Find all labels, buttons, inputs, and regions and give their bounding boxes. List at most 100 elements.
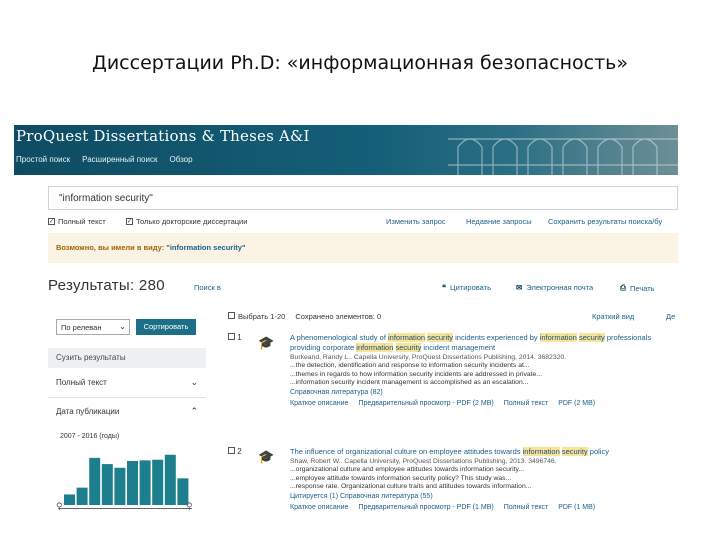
histogram-bar[interactable] [164, 454, 176, 505]
highlighted-term: information [539, 333, 577, 342]
printer-icon: ⎙ [620, 283, 626, 292]
full-text-option[interactable]: ✓ Полный текст [48, 217, 106, 226]
range-end-handle[interactable]: ⚲ [186, 501, 194, 515]
highlighted-term: information [387, 333, 426, 342]
save-search-link[interactable]: Сохранить результаты поиска/бу [548, 217, 662, 226]
select-all-label: Выбрать 1-20 [238, 312, 286, 321]
record-checkbox[interactable] [228, 447, 235, 454]
highlighted-term: security [578, 333, 605, 342]
highlighted-term: information [522, 447, 560, 456]
slide-title: Диссертации Ph.D: «информационная безопа… [91, 52, 629, 74]
title-text: A phenomenological study of [290, 333, 388, 342]
print-tool[interactable]: ⎙ Печать [620, 283, 655, 293]
email-tool[interactable]: ✉ Электронная почта [516, 283, 593, 292]
chevron-down-icon: ⌄ [119, 322, 126, 331]
highlighted-term: security [427, 333, 454, 342]
publication-date-histogram [64, 454, 189, 505]
select-all[interactable]: Выбрать 1-20 [228, 312, 285, 321]
select-all-checkbox[interactable] [228, 312, 235, 319]
histogram-bar[interactable] [89, 457, 101, 505]
nav-browse[interactable]: Обзор [169, 155, 192, 164]
range-start-handle[interactable]: ⚲ [56, 501, 64, 515]
abstract-link[interactable]: Краткое описание [290, 503, 348, 513]
results-sidebar: По релеван ⌄ Сортировать Сузить результа… [48, 315, 206, 523]
histogram-bar[interactable] [127, 460, 138, 505]
full-text-checkbox[interactable]: ✓ [48, 218, 55, 225]
sort-select[interactable]: По релеван ⌄ [56, 319, 130, 335]
title-text: incidents experienced by [453, 333, 540, 342]
nav-advanced-search[interactable]: Расширенный поиск [82, 155, 157, 164]
doctoral-only-label: Только докторские диссертации [136, 217, 248, 226]
record-checkbox[interactable] [228, 333, 235, 340]
record-cited: Справочная литература (82) [290, 388, 678, 398]
histogram-axis [58, 508, 192, 509]
record-meta: Shaw, Robert W.. Capella University, Pro… [290, 458, 557, 465]
record-number-text: 1 [237, 333, 242, 342]
histogram-bar[interactable] [64, 494, 75, 505]
histogram-bar[interactable] [152, 459, 164, 505]
recent-searches-link[interactable]: Недавние запросы [466, 217, 532, 226]
did-you-mean-prefix: Возможно, вы имели в виду: [56, 243, 165, 252]
cited-by-link[interactable]: Цитируется (1) Справочная литература (55… [290, 492, 433, 502]
nav-basic-search[interactable]: Простой поиск [16, 155, 70, 164]
histogram-bar[interactable] [76, 487, 88, 505]
print-label: Печать [630, 283, 655, 293]
histogram-bar[interactable] [101, 464, 113, 505]
record-snippet: ...themes in regards to how information … [290, 370, 542, 378]
record-body: A phenomenological study of information … [290, 333, 678, 409]
search-within-link[interactable]: Поиск в [194, 283, 221, 292]
did-you-mean-link[interactable]: "information security" [166, 243, 245, 252]
highlighted-term: security [561, 447, 588, 456]
brief-view-link[interactable]: Краткий вид [592, 312, 634, 321]
dissertation-icon: 🎓 [258, 449, 275, 464]
cite-tool[interactable]: ❝ Цитировать [442, 283, 491, 292]
record-actions: Краткое описание Предварительный просмот… [290, 503, 678, 513]
saved-items-label: Сохранено элементов: 0 [295, 312, 382, 321]
did-you-mean-text: Возможно, вы имели в виду: "information … [56, 243, 246, 252]
detailed-view-link[interactable]: Де [666, 312, 675, 321]
selection-bar: Выбрать 1-20 Сохранено элементов: 0 [228, 312, 381, 321]
envelope-icon: ✉ [516, 283, 523, 292]
facet-divider [48, 397, 206, 398]
references-link[interactable]: Справочная литература (82) [290, 388, 383, 398]
chevron-down-icon: ⌄ [190, 377, 198, 387]
record-body: The influence of organizational culture … [290, 447, 678, 513]
email-label: Электронная почта [526, 283, 594, 292]
record-snippet: ...the detection, identification and res… [290, 362, 530, 369]
facet-full-text-label: Полный текст [56, 378, 107, 387]
highlighted-term: security [395, 343, 422, 352]
preview-pdf-link[interactable]: Предварительный просмотр - PDF (2 MB) [358, 399, 493, 409]
full-text-link[interactable]: Полный текст [504, 503, 548, 513]
highlighted-term: information [356, 343, 394, 352]
preview-pdf-link[interactable]: Предварительный просмотр - PDF (1 MB) [358, 503, 493, 513]
record-meta: Burkeand, Randy L.. Capella University, … [290, 354, 567, 361]
sort-select-value: По релеван [61, 323, 102, 332]
doctoral-only-checkbox[interactable]: ✓ [126, 218, 133, 225]
record-snippet: ...information security incident managem… [290, 379, 529, 386]
sort-button[interactable]: Сортировать [136, 319, 196, 335]
histogram-bar[interactable] [139, 460, 151, 505]
record-title[interactable]: A phenomenological study of information … [290, 333, 678, 353]
did-you-mean-banner: Возможно, вы имели в виду: "information … [48, 233, 678, 263]
record-number: 2 [228, 447, 242, 456]
pdf-link[interactable]: PDF (2 MB) [558, 399, 595, 409]
abstract-link[interactable]: Краткое описание [290, 399, 348, 409]
record-number-text: 2 [237, 447, 242, 456]
quote-icon: ❝ [442, 283, 447, 292]
facet-full-text[interactable]: Полный текст ⌄ [56, 377, 198, 387]
facet-publication-date[interactable]: Дата публикации ⌃ [56, 406, 198, 416]
title-text: incident management [421, 343, 496, 352]
search-input[interactable]: "information security" [48, 186, 678, 210]
record-title[interactable]: The influence of organizational culture … [290, 447, 678, 457]
proquest-header: ProQuest Dissertations & Theses A&I Прос… [14, 125, 678, 175]
modify-search-link[interactable]: Изменить запрос [386, 217, 446, 226]
title-text: The influence of organizational culture … [290, 447, 523, 456]
record-number: 1 [228, 333, 242, 342]
histogram-bar[interactable] [114, 467, 126, 505]
full-text-link[interactable]: Полный текст [504, 399, 548, 409]
doctoral-only-option[interactable]: ✓ Только докторские диссертации [126, 217, 247, 226]
library-arches-decoration [448, 138, 678, 175]
pdf-link[interactable]: PDF (1 MB) [558, 503, 595, 513]
header-nav: Простой поиск Расширенный поиск Обзор [16, 155, 193, 164]
full-text-label: Полный текст [58, 217, 106, 226]
